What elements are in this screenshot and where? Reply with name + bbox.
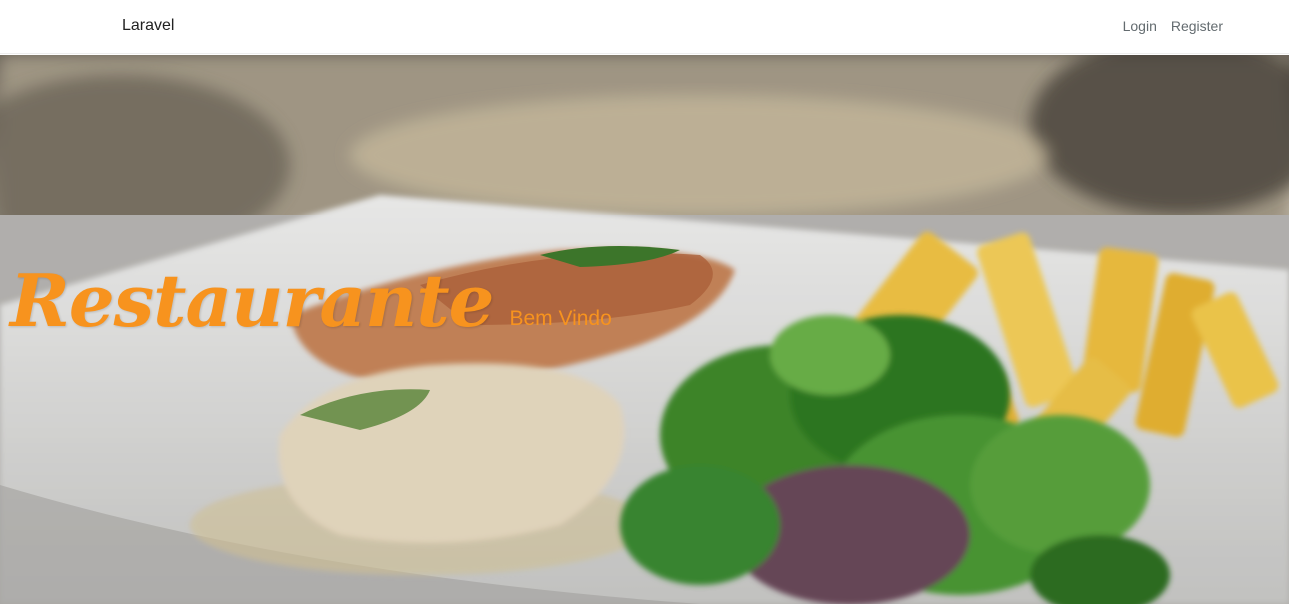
restaurant-title: Restaurante [10, 258, 494, 343]
welcome-subtitle: Bem Vindo [509, 307, 612, 330]
auth-links: Login Register [1123, 18, 1223, 34]
login-link[interactable]: Login [1123, 18, 1157, 34]
register-link[interactable]: Register [1171, 18, 1223, 34]
hero-headline: Restaurante Bem Vindo [10, 265, 612, 337]
hero-banner: Restaurante Bem Vindo [0, 55, 1289, 604]
brand-link[interactable]: Laravel [122, 17, 174, 35]
top-navbar: Laravel Login Register [0, 0, 1289, 54]
